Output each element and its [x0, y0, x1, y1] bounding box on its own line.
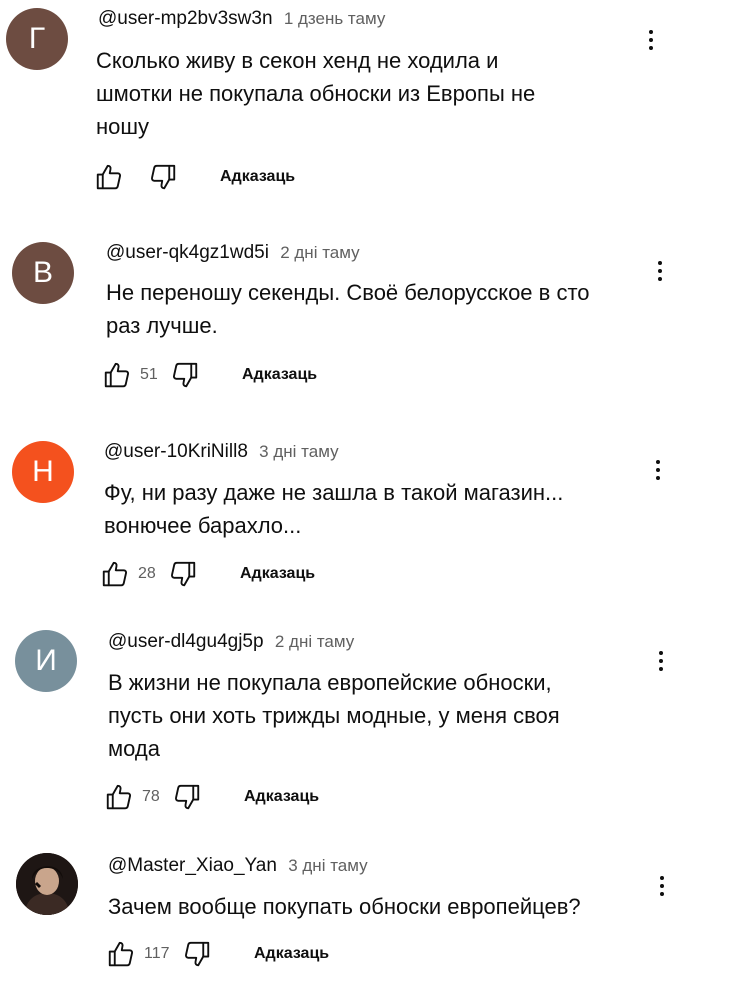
comment-actions: 51 Адказаць	[100, 358, 317, 392]
comment-text-line: В жизни не покупала европейские обноски,	[108, 670, 552, 695]
dislike-button[interactable]	[166, 557, 200, 591]
comment-actions: 78 Адказаць	[102, 780, 319, 814]
comment-text-line: Зачем вообще покупать обноски европейцев…	[108, 894, 581, 919]
comment-header: @user-10KriNill8 3 дні таму	[104, 441, 339, 463]
author-name[interactable]: @user-10KriNill8	[104, 441, 248, 462]
timestamp[interactable]: 2 дні таму	[280, 243, 359, 262]
comment-text: Фу, ни разу даже не зашла в такой магази…	[104, 476, 624, 542]
like-count: 51	[140, 366, 158, 383]
comment-header: @user-mp2bv3sw3n 1 дзень таму	[98, 8, 385, 30]
author-name[interactable]: @user-dl4gu4gj5p	[108, 631, 264, 652]
more-vertical-icon	[649, 30, 653, 34]
like-button[interactable]	[92, 160, 126, 194]
reply-button[interactable]: Адказаць	[244, 788, 319, 806]
comment-menu-button[interactable]	[648, 452, 668, 488]
comment-text-line: Фу, ни разу даже не зашла в такой магази…	[104, 480, 564, 505]
more-vertical-icon	[659, 651, 663, 655]
dislike-button[interactable]	[180, 937, 214, 971]
more-vertical-icon-dot	[649, 38, 653, 42]
comment-text-line: вонючее барахло...	[104, 513, 302, 538]
like-count: 117	[144, 945, 170, 962]
more-vertical-icon-dot	[658, 269, 662, 273]
more-vertical-icon-dot	[659, 667, 663, 671]
comment-header: @Master_Xiao_Yan 3 дні таму	[108, 855, 368, 877]
avatar-letter: Н	[32, 455, 54, 488]
comment-text-line: пусть они хоть трижды модные, у меня сво…	[108, 703, 560, 728]
more-vertical-icon	[660, 876, 664, 880]
dislike-button[interactable]	[168, 358, 202, 392]
avatar-letter: В	[32, 256, 53, 289]
reply-button[interactable]: Адказаць	[220, 168, 295, 186]
thumb-up-outline-icon	[108, 941, 134, 967]
author-name[interactable]: @Master_Xiao_Yan	[108, 855, 277, 876]
comment-text-line: ношу	[96, 114, 150, 139]
more-vertical-icon-dot	[656, 476, 660, 480]
comment-text-line: раз лучше.	[106, 313, 218, 338]
avatar-letter: И	[35, 644, 57, 677]
comment-text-line: мода	[108, 736, 160, 761]
timestamp[interactable]: 3 дні таму	[288, 856, 367, 875]
comment-header: @user-dl4gu4gj5p 2 дні таму	[108, 631, 354, 653]
like-count: 78	[142, 788, 160, 805]
avatar-letter: Г	[28, 22, 46, 55]
avatar[interactable]: Н	[12, 441, 74, 503]
comment-text-line: Не переношу секенды. Своё белорусское в …	[106, 280, 590, 305]
more-vertical-icon-dot	[659, 659, 663, 663]
author-name[interactable]: @user-qk4gz1wd5i	[106, 242, 269, 263]
comment-text: Не переношу секенды. Своё белорусское в …	[106, 276, 626, 342]
thumb-up-outline-icon	[104, 362, 130, 388]
reply-button[interactable]: Адказаць	[240, 565, 315, 583]
more-vertical-icon-dot	[649, 46, 653, 50]
more-vertical-icon-dot	[660, 884, 664, 888]
more-vertical-icon	[656, 460, 660, 464]
comment-menu-button[interactable]	[641, 22, 661, 58]
more-vertical-icon	[658, 261, 662, 265]
dislike-button[interactable]	[146, 160, 180, 194]
comment-actions: 28 Адказаць	[98, 557, 315, 591]
comment-menu-button[interactable]	[650, 253, 670, 289]
author-name[interactable]: @user-mp2bv3sw3n	[98, 8, 273, 29]
thumb-down-outline-icon	[150, 164, 176, 190]
like-button[interactable]	[104, 937, 138, 971]
comment-actions: Адказаць	[92, 160, 295, 194]
more-vertical-icon-dot	[658, 277, 662, 281]
like-count: 28	[138, 565, 156, 582]
thumb-up-outline-icon	[96, 164, 122, 190]
comment-text-line: шмотки не покупала обноски из Европы не	[96, 81, 536, 106]
avatar[interactable]	[16, 853, 78, 915]
like-button[interactable]	[102, 780, 136, 814]
reply-button[interactable]: Адказаць	[254, 945, 329, 963]
thumb-down-outline-icon	[184, 941, 210, 967]
comment-text: В жизни не покупала европейские обноски,…	[108, 666, 628, 765]
timestamp[interactable]: 1 дзень таму	[284, 9, 386, 28]
thumb-up-outline-icon	[102, 561, 128, 587]
thumb-down-outline-icon	[170, 561, 196, 587]
comment-header: @user-qk4gz1wd5i 2 дні таму	[106, 242, 360, 264]
comment-text: Зачем вообще покупать обноски европейцев…	[108, 890, 628, 923]
avatar[interactable]: Г	[6, 8, 68, 70]
timestamp[interactable]: 3 дні таму	[259, 442, 338, 461]
avatar[interactable]: И	[15, 630, 77, 692]
dislike-button[interactable]	[170, 780, 204, 814]
more-vertical-icon-dot	[660, 892, 664, 896]
comment-text: Сколько живу в секон хенд не ходила и шм…	[96, 44, 616, 143]
like-button[interactable]	[100, 358, 134, 392]
more-vertical-icon-dot	[656, 468, 660, 472]
thumb-down-outline-icon	[174, 784, 200, 810]
thumb-down-outline-icon	[172, 362, 198, 388]
comment-actions: 117 Адказаць	[104, 937, 329, 971]
avatar-photo	[16, 853, 78, 915]
comment-menu-button[interactable]	[651, 643, 671, 679]
like-button[interactable]	[98, 557, 132, 591]
reply-button[interactable]: Адказаць	[242, 366, 317, 384]
comment-text-line: Сколько живу в секон хенд не ходила и	[96, 48, 499, 73]
comment-menu-button[interactable]	[652, 868, 672, 904]
thumb-up-outline-icon	[106, 784, 132, 810]
timestamp[interactable]: 2 дні таму	[275, 632, 354, 651]
avatar[interactable]: В	[12, 242, 74, 304]
